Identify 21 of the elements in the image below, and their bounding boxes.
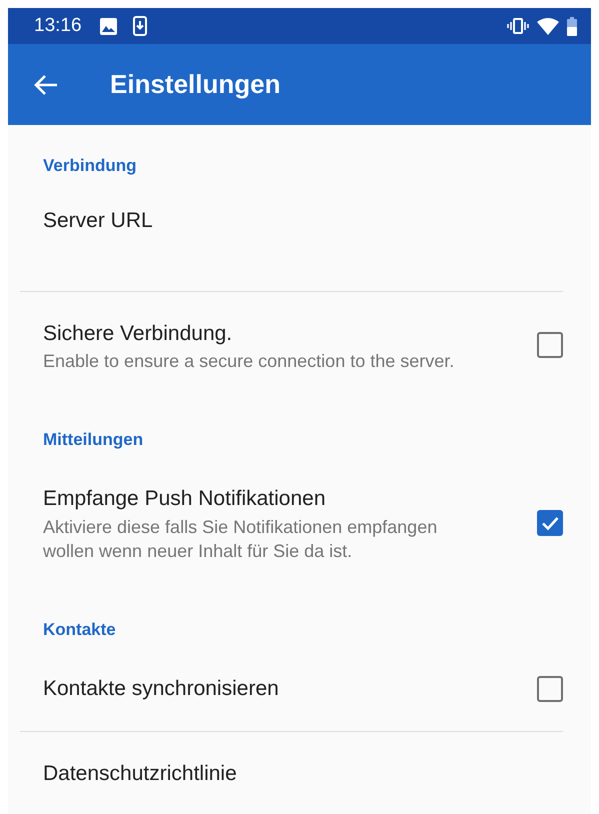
back-button[interactable] <box>34 74 58 96</box>
setting-title[interactable]: Datenschutzrichtlinie <box>43 758 488 790</box>
checkbox[interactable] <box>537 510 563 536</box>
setting-title[interactable]: Sichere Verbindung. <box>43 318 488 349</box>
screen-title: Einstellungen <box>110 68 280 101</box>
category-header: Mitteilungen <box>43 430 144 450</box>
status-time: 13:16 <box>34 14 82 38</box>
image-icon <box>100 18 117 34</box>
vibrate-icon <box>507 18 529 34</box>
setting-summary: Aktiviere diese falls Sie Notifikationen empfangen wollen wenn neuer Inhalt für Sie da ist. <box>43 516 438 564</box>
checkbox[interactable] <box>537 332 563 358</box>
category-header: Verbindung <box>43 156 136 175</box>
battery-icon <box>567 16 577 36</box>
setting-title[interactable]: Kontakte synchronisieren <box>43 673 488 705</box>
setting-title[interactable]: Server URL <box>43 205 488 236</box>
setting-summary: Enable to ensure a secure connection to the server. <box>43 350 456 373</box>
setting-title[interactable]: Empfange Push Notifikationen <box>43 483 488 515</box>
download-icon <box>132 16 147 36</box>
checkbox[interactable] <box>537 676 563 702</box>
category-header: Kontakte <box>43 620 116 640</box>
wifi-icon <box>537 18 559 34</box>
